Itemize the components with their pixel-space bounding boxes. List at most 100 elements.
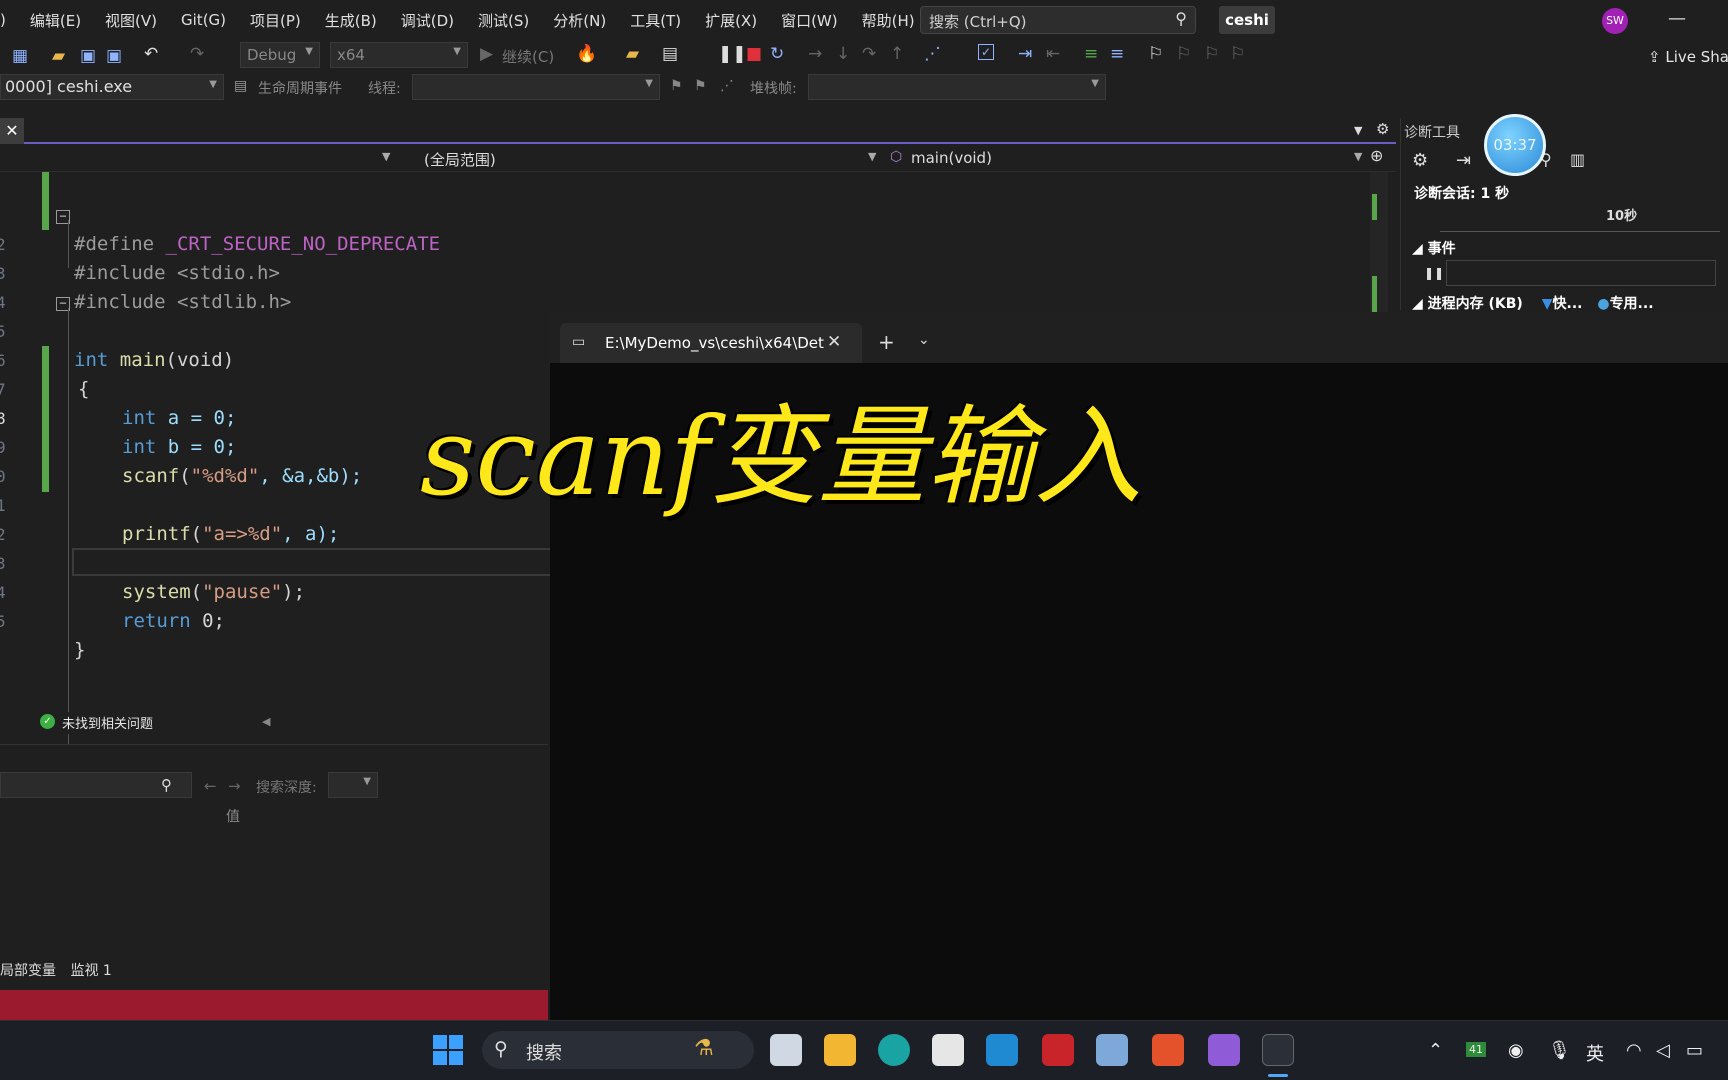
tab-locals[interactable]: 局部变量	[0, 963, 56, 979]
avatar[interactable]: SW	[1602, 8, 1628, 34]
menu-item-git[interactable]: Git(G)	[169, 11, 238, 29]
config-dropdown[interactable]: Debug ▼	[240, 42, 320, 68]
prev-bookmark-icon[interactable]: ⚐	[1176, 44, 1191, 64]
chevron-down-icon[interactable]: ▼	[1354, 150, 1362, 163]
git-app-icon[interactable]	[1152, 1034, 1184, 1066]
menu-item-debug[interactable]: 调试(D)	[389, 10, 466, 31]
next-bookmark-icon[interactable]: ⚐	[1204, 44, 1219, 64]
close-tab-button[interactable]: ✕	[0, 118, 24, 144]
save-all-icon[interactable]: ▣	[106, 46, 122, 66]
menu-item-analyze[interactable]: 分析(N)	[541, 10, 618, 31]
hot-reload-icon[interactable]: 🔥	[576, 44, 597, 64]
stop-icon[interactable]: ■	[746, 44, 762, 64]
chevron-up-icon[interactable]: ⌃	[1428, 1040, 1443, 1061]
gear-icon[interactable]: ⚙	[1376, 120, 1389, 138]
scope-dropdown[interactable]: (全局范围)	[424, 149, 496, 170]
close-icon[interactable]: ✕	[827, 332, 841, 352]
editor-scrollbar[interactable]	[1370, 172, 1388, 312]
flag-all-icon[interactable]: ⚑	[694, 78, 707, 94]
microphone-icon[interactable]: 🎙	[1548, 1040, 1571, 1061]
menu-item-build[interactable]: 生成(B)	[313, 10, 389, 31]
clear-bookmarks-icon[interactable]: ⚐	[1230, 44, 1245, 64]
new-item-icon[interactable]: ▦	[12, 46, 28, 66]
menu-item-test[interactable]: 测试(S)	[466, 10, 541, 31]
open-folder-icon[interactable]: ▰	[52, 46, 65, 66]
thread-dropdown[interactable]: ▼	[412, 74, 660, 100]
function-dropdown[interactable]: main(void)	[911, 149, 992, 167]
stackframe-dropdown[interactable]: ▼	[808, 74, 1106, 100]
diagnostics-icon[interactable]: ⋰	[924, 44, 941, 64]
step-over-icon[interactable]: ↷	[862, 44, 876, 64]
timeline-ruler[interactable]	[1440, 206, 1720, 232]
menu-item-edit[interactable]: 编辑(E)	[18, 10, 93, 31]
app-tray-icon[interactable]: ◉	[1508, 1040, 1524, 1061]
menu-item-extensions[interactable]: 扩展(X)	[693, 10, 769, 31]
locals-search-input[interactable]: ⚲	[0, 772, 192, 798]
save-icon[interactable]: ▣	[80, 46, 96, 66]
outdent-icon[interactable]: ⇤	[1046, 44, 1060, 64]
windows-start-icon[interactable]	[432, 1034, 464, 1066]
chevron-down-icon[interactable]: ⌄	[918, 332, 930, 348]
split-icon[interactable]: ⊕	[1370, 146, 1383, 165]
menu-item-view[interactable]: 视图(V)	[93, 10, 169, 31]
menu-item-file[interactable]: )	[0, 11, 18, 29]
folder-icon[interactable]: ▰	[626, 44, 639, 64]
back-arrow-icon[interactable]: ←	[204, 777, 217, 795]
menu-item-tools[interactable]: 工具(T)	[618, 10, 693, 31]
ime-indicator[interactable]: 英	[1586, 1040, 1604, 1066]
search-depth-dropdown[interactable]: ▼	[328, 772, 378, 798]
tray-badge[interactable]: 41	[1466, 1042, 1486, 1057]
filezilla-icon[interactable]	[1042, 1034, 1074, 1066]
volume-icon[interactable]: ◁	[1656, 1040, 1670, 1061]
process-icon[interactable]: ▤	[662, 44, 678, 64]
forward-arrow-icon[interactable]: →	[228, 777, 241, 795]
export-icon[interactable]: ⇥	[1456, 150, 1471, 171]
tab-watch-1[interactable]: 监视 1	[70, 963, 111, 979]
edge-icon[interactable]	[878, 1034, 910, 1066]
live-share-button[interactable]: ⇪ Live Sha	[1648, 48, 1728, 66]
pause-icon[interactable]: ❚❚	[1424, 266, 1444, 280]
global-search-input[interactable]: 搜索 (Ctrl+Q) ⚲	[920, 6, 1196, 34]
process-dropdown[interactable]: 0000] ceshi.exe ▼	[0, 74, 224, 100]
minimize-button[interactable]: —	[1668, 8, 1686, 29]
settings-icon[interactable]: ⚙	[1412, 150, 1428, 171]
lifecycle-events-dropdown[interactable]: 生命周期事件	[258, 78, 342, 98]
indent-icon[interactable]: ⇥	[1018, 44, 1032, 64]
vscode-icon[interactable]	[986, 1034, 1018, 1066]
uncomment-icon[interactable]: ≡	[1110, 44, 1124, 64]
file-explorer-icon[interactable]	[824, 1034, 856, 1066]
chevron-down-icon[interactable]: ▼	[868, 150, 876, 163]
comment-icon[interactable]: ≡	[1084, 44, 1098, 64]
step-into-icon[interactable]: ↓	[836, 44, 850, 64]
store-icon[interactable]	[932, 1034, 964, 1066]
bookmark-icon[interactable]: ⚐	[1148, 44, 1163, 64]
menu-item-project[interactable]: 项目(P)	[238, 10, 313, 31]
chevron-down-icon[interactable]: ▼	[382, 150, 390, 163]
new-tab-icon[interactable]: +	[878, 330, 895, 354]
chart-icon[interactable]: ▥	[1570, 150, 1585, 169]
step-next-icon[interactable]: →	[808, 44, 822, 64]
battery-icon[interactable]: ▭	[1686, 1040, 1703, 1061]
platform-dropdown[interactable]: x64 ▼	[330, 42, 468, 68]
collapse-icon[interactable]: ◢	[1412, 241, 1428, 257]
restart-icon[interactable]: ↻	[770, 44, 784, 64]
pause-icon[interactable]: ❚❚	[718, 44, 747, 64]
scroll-left-icon[interactable]: ◀	[262, 715, 270, 728]
wifi-icon[interactable]: ◠	[1626, 1040, 1642, 1061]
play-icon[interactable]: ▶	[480, 44, 493, 64]
tab-list-icon[interactable]: ▼	[1354, 124, 1362, 137]
terminal-icon[interactable]	[1262, 1034, 1294, 1066]
visual-studio-icon[interactable]	[1208, 1034, 1240, 1066]
flag-icon[interactable]: ⚑	[670, 78, 683, 94]
spellcheck-icon[interactable]: ✓	[978, 44, 995, 60]
menu-item-window[interactable]: 窗口(W)	[769, 10, 850, 31]
undo-icon[interactable]: ↶	[144, 44, 158, 64]
continue-button[interactable]: 继续(C)	[502, 46, 554, 67]
menu-item-help[interactable]: 帮助(H)	[850, 10, 927, 31]
issues-status[interactable]: 未找到相关问题	[62, 713, 153, 732]
step-out-icon[interactable]: ↑	[890, 44, 904, 64]
redo-icon[interactable]: ↷	[190, 44, 204, 64]
stack-icon[interactable]: ⋰	[720, 78, 734, 94]
collapse-icon[interactable]: ◢	[1412, 296, 1428, 312]
task-view-icon[interactable]	[770, 1034, 802, 1066]
